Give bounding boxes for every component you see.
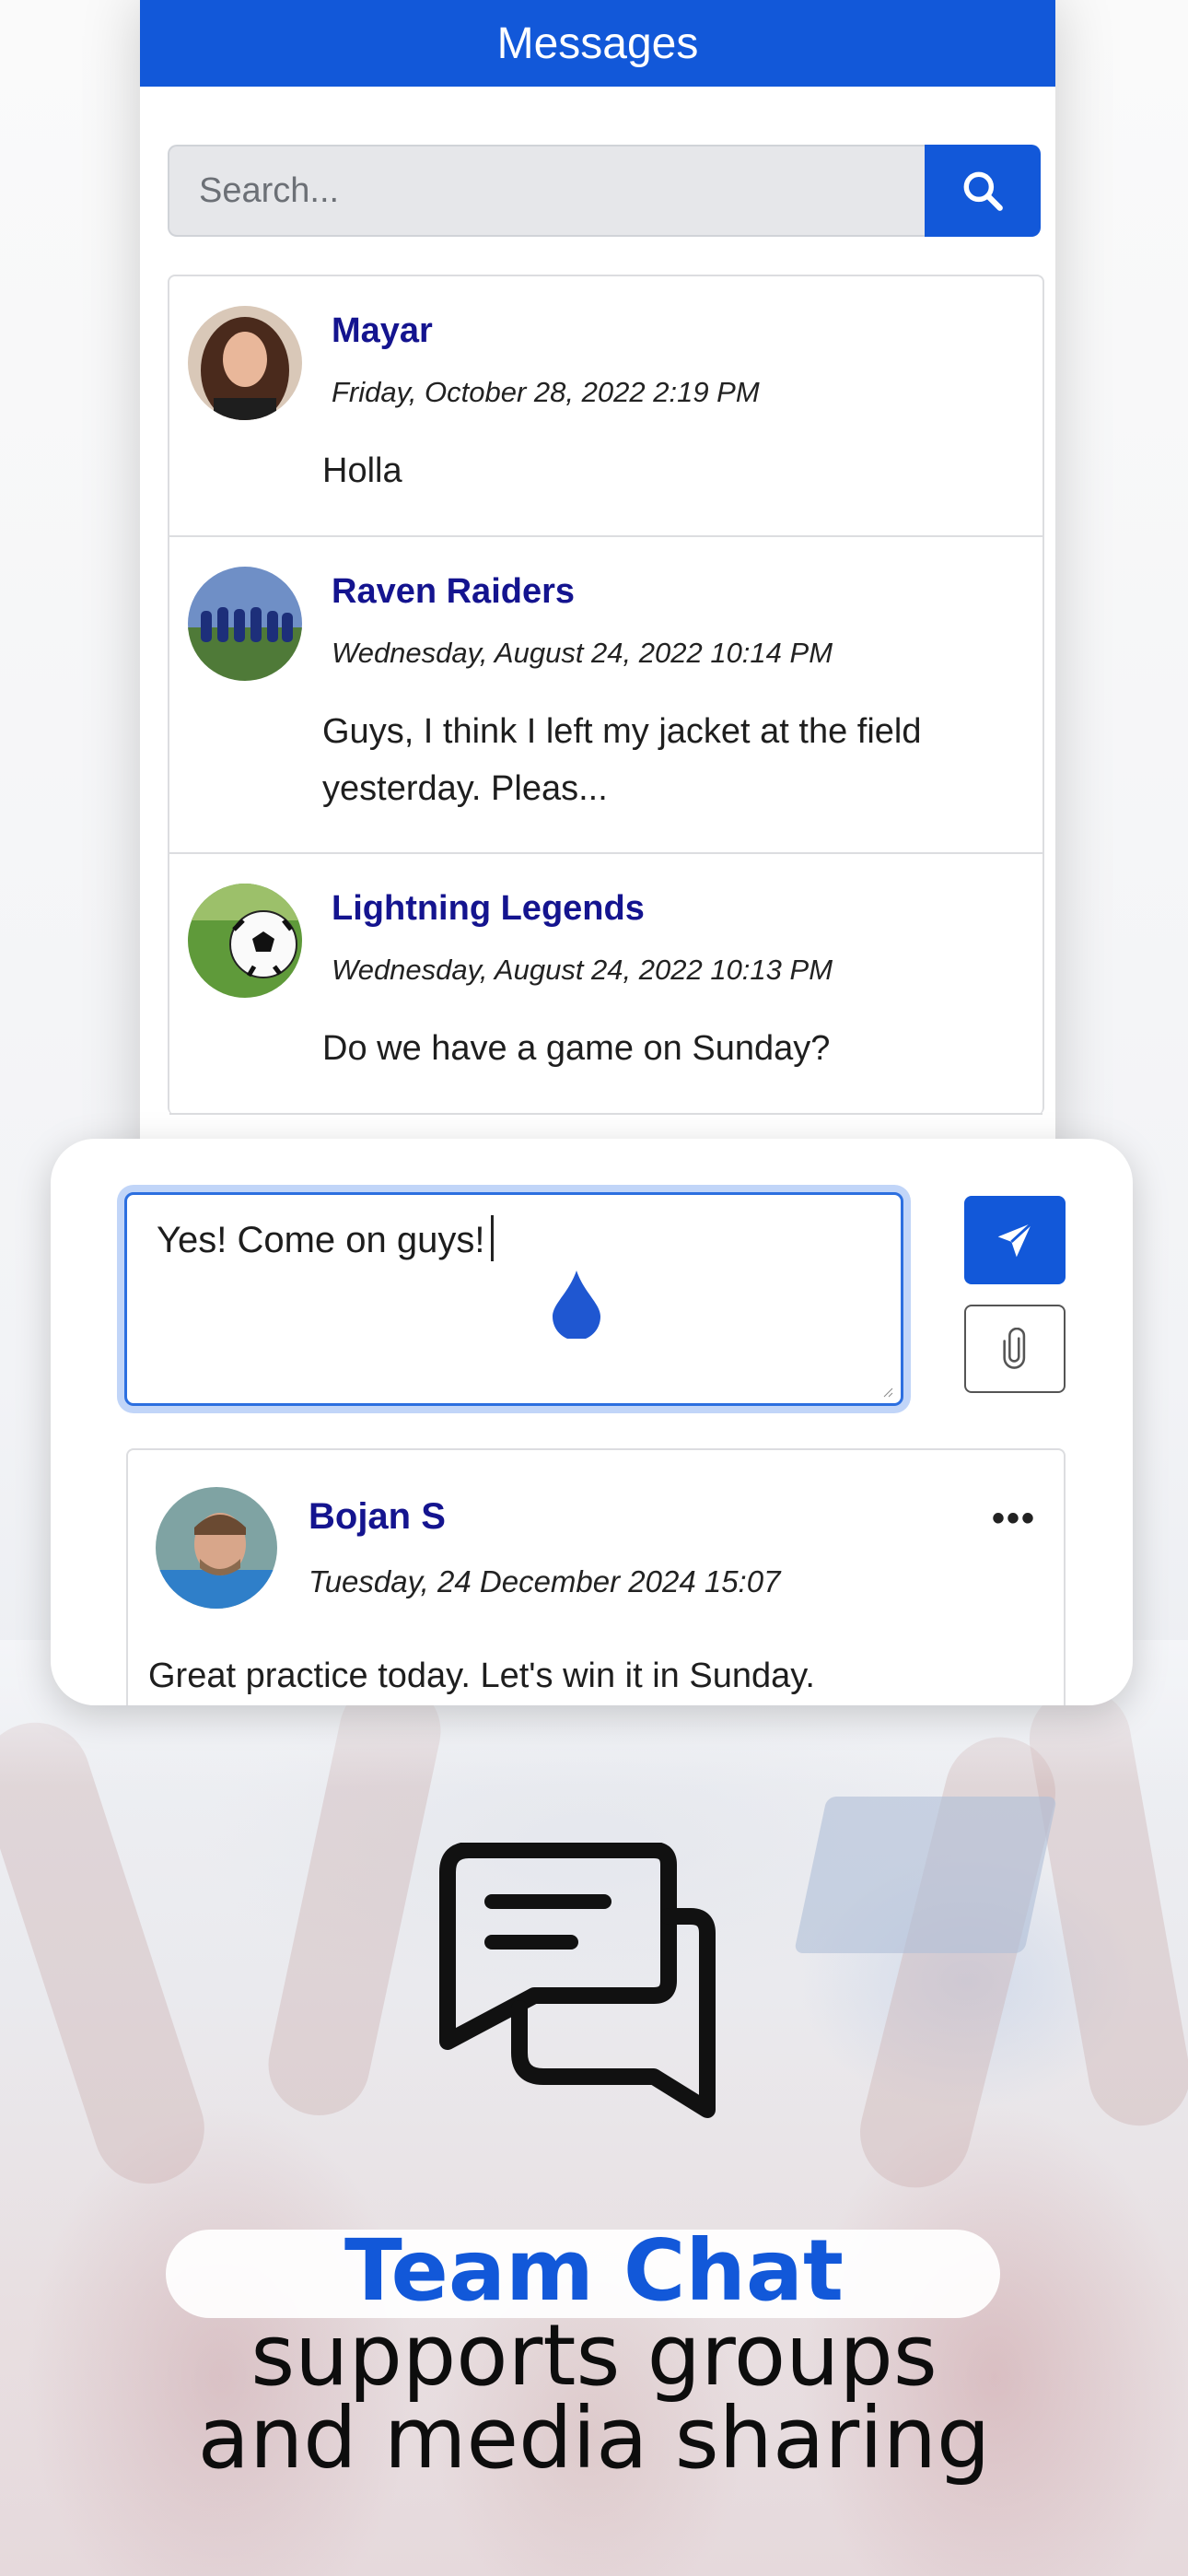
text-cursor-handle-icon[interactable]	[551, 1269, 602, 1339]
post-date: Tuesday, 24 December 2024 15:07	[309, 1564, 781, 1598]
more-options-icon[interactable]: •••	[992, 1498, 1036, 1540]
message-preview: Guys, I think I left my jacket at the fi…	[322, 712, 922, 808]
resize-handle-icon[interactable]	[882, 1387, 893, 1398]
paperclip-icon	[1003, 1328, 1026, 1369]
promo-line-1: supports groups	[250, 2306, 938, 2405]
send-button[interactable]	[964, 1196, 1066, 1284]
search-icon	[963, 171, 1003, 211]
message-preview: Holla	[322, 451, 402, 490]
sender-name: Bojan S	[309, 1496, 446, 1537]
send-icon	[997, 1222, 1033, 1258]
compose-text: Yes! Come on guys!	[157, 1220, 485, 1260]
message-textarea[interactable]: Yes! Come on guys!	[124, 1192, 903, 1406]
attach-button[interactable]	[964, 1305, 1066, 1393]
sender-name: Mayar	[332, 311, 433, 350]
avatar	[156, 1487, 277, 1609]
search-bar	[168, 145, 1041, 237]
message-date: Wednesday, August 24, 2022 10:14 PM	[332, 637, 833, 669]
message-date: Friday, October 28, 2022 2:19 PM	[332, 376, 760, 408]
trophy-shape	[793, 1797, 1058, 1953]
avatar	[188, 306, 302, 420]
avatar	[188, 567, 302, 681]
page-title: Messages	[140, 0, 1055, 87]
message-preview: Do we have a game on Sunday?	[322, 1029, 831, 1068]
avatar	[188, 884, 302, 998]
message-item-raven-raiders[interactable]: Raven Raiders Wednesday, August 24, 2022…	[169, 537, 1042, 854]
search-button[interactable]	[925, 145, 1041, 237]
compose-card: Yes! Come on guys! Bojan S Tuesday, 24 D…	[51, 1139, 1133, 1705]
sender-name: Raven Raiders	[332, 572, 576, 611]
message-date: Wednesday, August 24, 2022 10:13 PM	[332, 954, 833, 986]
message-item-lightning-legends[interactable]: Lightning Legends Wednesday, August 24, …	[169, 854, 1042, 1115]
chat-post: Bojan S Tuesday, 24 December 2024 15:07 …	[126, 1448, 1066, 1705]
message-item-mayar[interactable]: Mayar Friday, October 28, 2022 2:19 PM H…	[169, 276, 1042, 537]
message-list: Mayar Friday, October 28, 2022 2:19 PM H…	[168, 275, 1044, 1115]
messages-screen: Messages Mayar Friday, October 28, 2022 …	[140, 0, 1055, 1198]
sender-name: Lightning Legends	[332, 889, 645, 928]
promo-line-2: and media sharing	[197, 2389, 991, 2488]
post-text: Great practice today. Let's win it in Su…	[148, 1657, 815, 1695]
chat-bubbles-icon	[439, 1843, 716, 2118]
search-input[interactable]	[168, 145, 925, 237]
text-caret	[490, 1215, 494, 1261]
